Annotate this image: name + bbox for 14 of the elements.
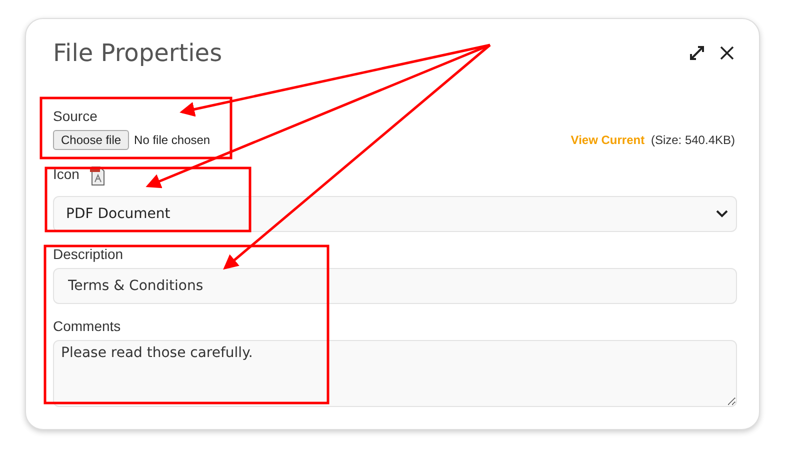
close-icon[interactable] xyxy=(719,45,735,61)
field-label: Source xyxy=(53,108,98,124)
icon-select[interactable]: PDF Document xyxy=(53,196,737,232)
choose-file-button[interactable]: Choose file xyxy=(53,130,130,150)
field-label: Icon xyxy=(53,166,80,182)
field-label: Comments xyxy=(53,318,121,334)
field-label: Description xyxy=(53,246,124,262)
file-status: No file chosen xyxy=(134,133,210,147)
expand-icon[interactable] xyxy=(689,45,705,61)
chevron-down-icon xyxy=(716,210,728,218)
description-field[interactable]: Terms & Conditions xyxy=(53,268,737,304)
dialog-title: File Properties xyxy=(53,39,222,67)
file-size: (Size: 540.4KB) xyxy=(650,133,735,147)
comments-field[interactable]: Please read those carefully. xyxy=(53,340,737,407)
